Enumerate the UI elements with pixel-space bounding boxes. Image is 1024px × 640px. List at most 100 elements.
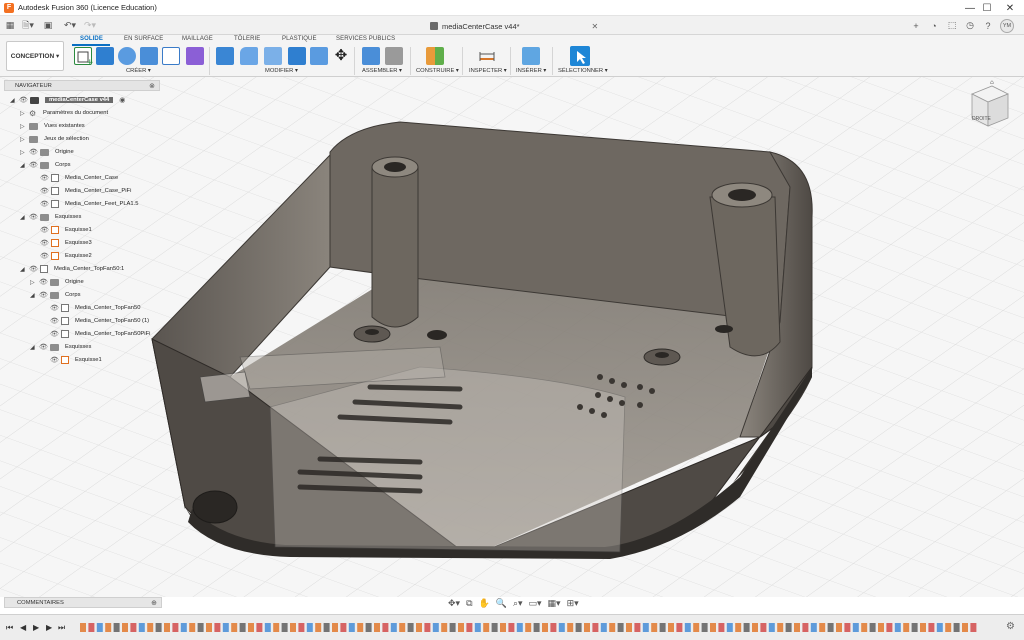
timeline-feature-marker[interactable]: [264, 623, 271, 632]
visibility-icon[interactable]: 👁: [19, 96, 28, 104]
timeline-feature-marker[interactable]: [399, 623, 406, 632]
tree-item[interactable]: ◢ 👁 Corps: [30, 289, 80, 301]
tree-item[interactable]: ▷ 👁 Origine: [30, 276, 84, 288]
timeline-feature-marker[interactable]: [962, 623, 968, 632]
collapse-icon[interactable]: ◢: [30, 344, 36, 351]
timeline-feature-marker[interactable]: [794, 623, 800, 632]
look-at-icon[interactable]: ⧉: [466, 598, 472, 609]
timeline-track[interactable]: [78, 620, 990, 636]
timeline-feature-marker[interactable]: [718, 623, 725, 632]
group-modifier[interactable]: MODIFIER ▾: [265, 68, 298, 74]
timeline-feature-marker[interactable]: [323, 623, 330, 632]
visibility-icon[interactable]: 👁: [40, 239, 49, 247]
pan-icon[interactable]: ✋: [479, 598, 490, 609]
timeline-feature-marker[interactable]: [508, 623, 515, 632]
collapse-icon[interactable]: ◢: [30, 292, 36, 299]
timeline-feature-marker[interactable]: [474, 623, 481, 632]
timeline-feature-marker[interactable]: [248, 623, 254, 632]
combine-icon[interactable]: [310, 47, 328, 65]
timeline-feature-marker[interactable]: [88, 623, 95, 632]
timeline-feature-marker[interactable]: [432, 623, 439, 632]
timeline-feature-marker[interactable]: [390, 623, 397, 632]
timeline-feature-marker[interactable]: [449, 623, 456, 632]
visibility-icon[interactable]: 👁: [39, 291, 48, 299]
timeline-feature-marker[interactable]: [348, 623, 355, 632]
tab-tolerie[interactable]: TÔLERIE: [234, 36, 260, 42]
timeline-feature-marker[interactable]: [222, 623, 229, 632]
visibility-icon[interactable]: 👁: [29, 148, 38, 156]
timeline-feature-marker[interactable]: [172, 623, 179, 632]
create-sketch-icon[interactable]: +: [74, 47, 94, 68]
step-back-icon[interactable]: ◀: [20, 623, 26, 632]
timeline-feature-marker[interactable]: [970, 623, 977, 632]
tree-item[interactable]: ▷ Vues existantes: [20, 120, 85, 132]
avatar[interactable]: YM: [1000, 19, 1014, 33]
visibility-icon[interactable]: 👁: [40, 226, 49, 234]
tree-item[interactable]: 👁 Media_Center_TopFan50: [50, 302, 140, 314]
timeline-feature-marker[interactable]: [458, 623, 464, 632]
visibility-icon[interactable]: 👁: [50, 317, 59, 325]
document-tab[interactable]: mediaCenterCase v44* ✕: [430, 19, 598, 33]
tree-item[interactable]: 👁 Media_Center_Case: [40, 172, 118, 184]
timeline-feature-marker[interactable]: [869, 623, 876, 632]
timeline-feature-marker[interactable]: [382, 623, 389, 632]
timeline-feature-marker[interactable]: [147, 623, 154, 632]
timeline-feature-marker[interactable]: [491, 623, 498, 632]
tree-item[interactable]: 👁 Esquisse1: [40, 224, 92, 236]
visibility-icon[interactable]: 👁: [40, 200, 49, 208]
collapse-icon[interactable]: ◢: [20, 266, 26, 273]
timeline-feature-marker[interactable]: [533, 623, 540, 632]
comments-panel[interactable]: COMMENTAIRES ⊕: [4, 597, 162, 608]
collapse-icon[interactable]: ◢: [20, 162, 26, 169]
workspace-selector-button[interactable]: CONCEPTION ▾: [6, 41, 64, 71]
fillet-icon[interactable]: [240, 47, 258, 65]
viewcube-face-label[interactable]: DROITE: [972, 116, 991, 122]
group-inserer[interactable]: INSÉRER ▾: [516, 68, 546, 74]
timeline-feature-marker[interactable]: [155, 623, 162, 632]
tree-item[interactable]: 👁 Media_Center_TopFan50 (1): [50, 315, 149, 327]
file-icon[interactable]: 🗎▾: [20, 19, 36, 32]
timeline-feature-marker[interactable]: [928, 623, 935, 632]
visibility-icon[interactable]: 👁: [39, 278, 48, 286]
timeline-feature-marker[interactable]: [936, 623, 943, 632]
tree-item[interactable]: 👁 Media_Center_Feet_PLA1.5: [40, 198, 138, 210]
timeline-feature-marker[interactable]: [180, 623, 187, 632]
tab-maillage[interactable]: MAILLAGE: [182, 36, 213, 42]
revolve-icon[interactable]: [118, 47, 136, 65]
timeline-feature-marker[interactable]: [659, 623, 666, 632]
visibility-icon[interactable]: 👁: [50, 330, 59, 338]
tab-close-icon[interactable]: ✕: [592, 22, 599, 31]
tree-root[interactable]: ◢ 👁 mediaCenterCase v44 ◉: [10, 94, 125, 106]
orbit-icon[interactable]: ✥▾: [448, 598, 460, 609]
visibility-icon[interactable]: 👁: [50, 356, 59, 364]
timeline-feature-marker[interactable]: [365, 623, 372, 632]
timeline-feature-marker[interactable]: [743, 623, 750, 632]
job-status-icon[interactable]: ◔: [926, 18, 942, 33]
timeline-feature-marker[interactable]: [735, 623, 742, 632]
visibility-icon[interactable]: 👁: [40, 187, 49, 195]
timeline-feature-marker[interactable]: [122, 623, 128, 632]
timeline-settings-icon[interactable]: ⚙: [1006, 621, 1015, 632]
timeline-feature-marker[interactable]: [138, 623, 145, 632]
timeline-feature-marker[interactable]: [676, 623, 683, 632]
timeline-feature-marker[interactable]: [231, 623, 238, 632]
grid-settings-icon[interactable]: ▦▾: [548, 598, 561, 609]
add-comment-icon[interactable]: ⊕: [151, 599, 157, 607]
tree-item[interactable]: 👁 Esquisse1: [50, 354, 102, 366]
timeline-feature-marker[interactable]: [525, 623, 532, 632]
timeline-feature-marker[interactable]: [558, 623, 565, 632]
offset-plane-icon[interactable]: [426, 47, 444, 65]
timeline-feature-marker[interactable]: [945, 623, 952, 632]
timeline-feature-marker[interactable]: [164, 623, 170, 632]
timeline-feature-marker[interactable]: [726, 623, 733, 632]
tree-item[interactable]: ◢ 👁 Esquisses: [30, 341, 91, 353]
expand-icon[interactable]: ▷: [20, 149, 26, 156]
timeline-feature-marker[interactable]: [827, 623, 834, 632]
timeline-feature-marker[interactable]: [416, 623, 422, 632]
timeline-feature-marker[interactable]: [684, 623, 691, 632]
collapse-icon[interactable]: ◢: [10, 97, 16, 104]
expand-icon[interactable]: ▷: [20, 136, 26, 143]
view-cube[interactable]: ⌂ DROITE: [962, 79, 1012, 136]
timeline-feature-marker[interactable]: [600, 623, 607, 632]
timeline-feature-marker[interactable]: [407, 623, 414, 632]
